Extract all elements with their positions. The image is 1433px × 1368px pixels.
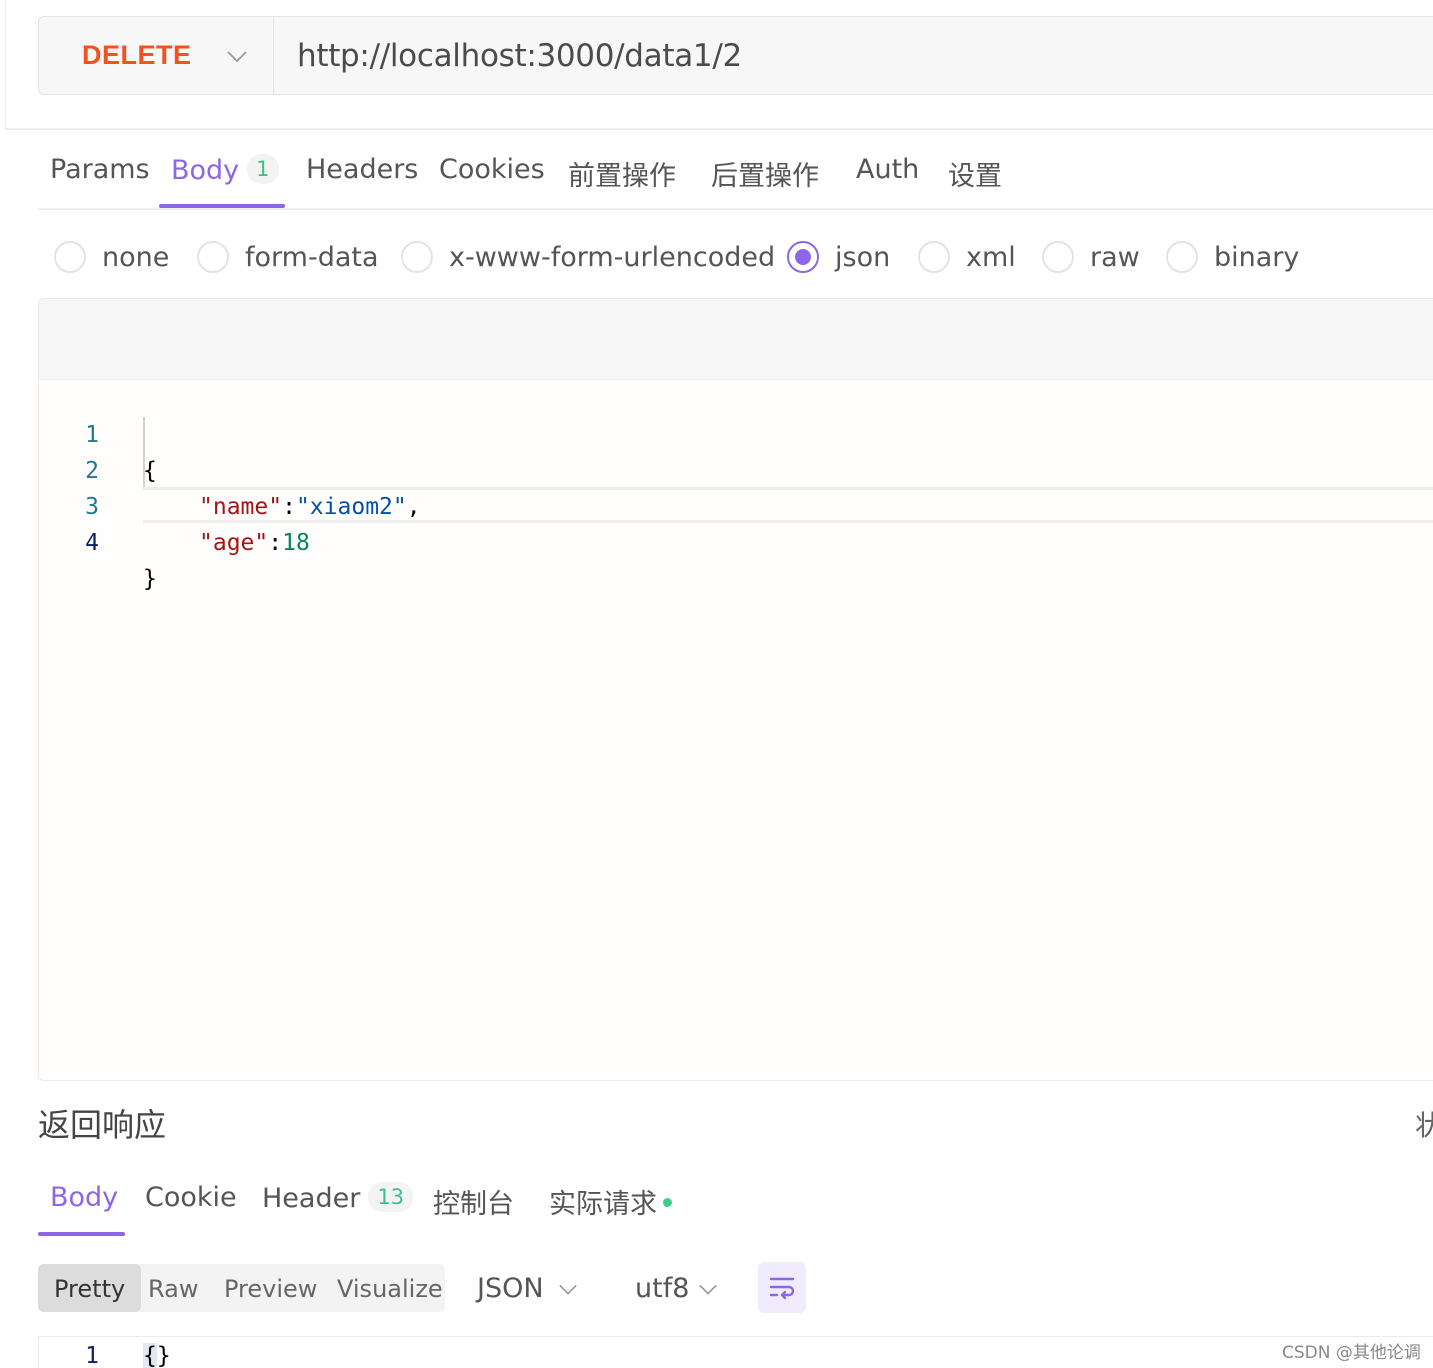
editor-toolbar bbox=[39, 299, 1433, 380]
response-code: {} bbox=[143, 1343, 171, 1368]
tab-count-badge: 1 bbox=[247, 154, 279, 184]
radio-form-data[interactable]: form-data bbox=[197, 228, 379, 286]
radio-circle bbox=[1042, 241, 1074, 273]
tab-auth[interactable]: Auth bbox=[856, 154, 919, 185]
radio-label: x-www-form-urlencoded bbox=[449, 241, 776, 273]
chevron-down-icon bbox=[559, 1284, 577, 1295]
view-pretty[interactable]: Pretty bbox=[38, 1264, 142, 1312]
tab-cookies[interactable]: Cookies bbox=[439, 154, 545, 185]
radio-label: xml bbox=[966, 241, 1016, 273]
tab-label: 前置操作 bbox=[568, 161, 676, 192]
tab-settings[interactable]: 设置 bbox=[948, 154, 1002, 193]
radio-none[interactable]: none bbox=[54, 228, 169, 286]
tab-label: 后置操作 bbox=[711, 161, 819, 192]
code-line: 4 } bbox=[39, 489, 1433, 592]
tab-label: Header bbox=[262, 1183, 361, 1214]
radio-raw[interactable]: raw bbox=[1042, 228, 1140, 286]
radio-circle-checked bbox=[787, 241, 819, 273]
tab-label: Cookies bbox=[439, 154, 545, 185]
encoding-value: utf8 bbox=[635, 1273, 690, 1304]
tab-label: 设置 bbox=[948, 161, 1002, 192]
resp-tab-cookie[interactable]: Cookie bbox=[145, 1182, 237, 1213]
json-colon: : bbox=[268, 530, 283, 556]
tab-label: Headers bbox=[306, 154, 419, 185]
resp-tab-actual-request[interactable]: 实际请求 bbox=[549, 1182, 672, 1221]
radio-label: raw bbox=[1090, 241, 1140, 273]
format-value: JSON bbox=[477, 1273, 544, 1304]
code-line: 3 "age":18 bbox=[39, 453, 1433, 556]
encoding-select[interactable]: utf8 bbox=[635, 1264, 735, 1312]
tab-label: 实际请求 bbox=[549, 1189, 657, 1220]
code-line: 1 { bbox=[39, 381, 1433, 484]
tab-body[interactable]: Body 1 bbox=[171, 154, 279, 186]
view-preview[interactable]: Preview bbox=[208, 1264, 333, 1312]
word-wrap-button[interactable] bbox=[758, 1262, 806, 1313]
radio-circle bbox=[1166, 241, 1198, 273]
radio-json[interactable]: json bbox=[787, 228, 890, 286]
watermark: CSDN @其他论调 bbox=[1282, 1343, 1421, 1363]
resp-tab-console[interactable]: 控制台 bbox=[433, 1182, 514, 1221]
method-label: DELETE bbox=[82, 40, 192, 70]
request-tabs: Params Body 1 Headers Cookies 前置操作 后置操作 A… bbox=[38, 140, 1433, 210]
status-dot-icon bbox=[663, 1198, 672, 1207]
json-body-editor[interactable]: 1 { 2 "name":"xiaom2", 3 "age":18 4 } bbox=[38, 298, 1433, 1081]
left-edge bbox=[5, 0, 6, 130]
radio-xml[interactable]: xml bbox=[918, 228, 1016, 286]
radio-label: binary bbox=[1214, 241, 1300, 273]
resp-tab-body[interactable]: Body bbox=[50, 1182, 118, 1213]
view-visualize[interactable]: Visualize bbox=[321, 1264, 459, 1312]
code-line: 2 "name":"xiaom2", bbox=[39, 417, 1433, 520]
line-number: 1 bbox=[85, 1343, 99, 1368]
view-raw[interactable]: Raw bbox=[132, 1264, 214, 1312]
method-select[interactable]: DELETE bbox=[39, 17, 274, 94]
radio-binary[interactable]: binary bbox=[1166, 228, 1299, 286]
tab-count-badge: 13 bbox=[368, 1182, 414, 1212]
radio-circle bbox=[918, 241, 950, 273]
resp-tab-header[interactable]: Header 13 bbox=[262, 1182, 414, 1214]
radio-label: form-data bbox=[245, 241, 379, 273]
tab-label: Body bbox=[171, 155, 240, 186]
radio-circle bbox=[54, 241, 86, 273]
response-tabs: Body Cookie Header 13 控制台 实际请求 bbox=[38, 1170, 1433, 1238]
format-select[interactable]: JSON bbox=[477, 1264, 587, 1312]
chevron-down-icon bbox=[699, 1284, 717, 1295]
divider bbox=[5, 128, 1433, 130]
brace: { bbox=[143, 1343, 157, 1368]
body-type-radio-group: none form-data x-www-form-urlencoded jso… bbox=[38, 228, 1433, 288]
response-status-label: 状 bbox=[1415, 1109, 1433, 1142]
radio-label: json bbox=[835, 241, 891, 273]
response-title: 返回响应 bbox=[38, 1106, 167, 1144]
tab-headers[interactable]: Headers bbox=[306, 154, 418, 185]
view-mode-segmented: Pretty Raw Preview Visualize bbox=[38, 1264, 445, 1312]
wrap-lines-icon bbox=[769, 1277, 795, 1300]
json-number-value: 18 bbox=[282, 530, 310, 556]
tab-label: Auth bbox=[856, 154, 920, 185]
brace: } bbox=[143, 566, 157, 592]
tab-post-operations[interactable]: 后置操作 bbox=[711, 154, 819, 193]
tab-label: Params bbox=[50, 154, 150, 185]
line-number: 4 bbox=[85, 530, 99, 556]
response-body-viewer[interactable]: 1 {} bbox=[38, 1336, 1433, 1368]
json-key: "age" bbox=[199, 530, 269, 556]
url-bar: DELETE http://localhost:3000/data1/2 bbox=[38, 16, 1433, 95]
active-tab-indicator bbox=[159, 204, 285, 208]
tab-label: Cookie bbox=[145, 1182, 237, 1213]
radio-label: none bbox=[102, 241, 170, 273]
brace: } bbox=[156, 1343, 171, 1368]
radio-circle bbox=[197, 241, 229, 273]
tab-label: 控制台 bbox=[433, 1189, 514, 1220]
url-input[interactable]: http://localhost:3000/data1/2 bbox=[297, 38, 742, 74]
tab-params[interactable]: Params bbox=[50, 154, 150, 185]
chevron-down-icon bbox=[227, 51, 247, 63]
tab-label: Body bbox=[50, 1182, 119, 1213]
active-tab-indicator bbox=[38, 1232, 125, 1236]
tab-pre-operations[interactable]: 前置操作 bbox=[568, 154, 676, 193]
radio-x-www-form-urlencoded[interactable]: x-www-form-urlencoded bbox=[401, 228, 775, 286]
radio-circle bbox=[401, 241, 433, 273]
